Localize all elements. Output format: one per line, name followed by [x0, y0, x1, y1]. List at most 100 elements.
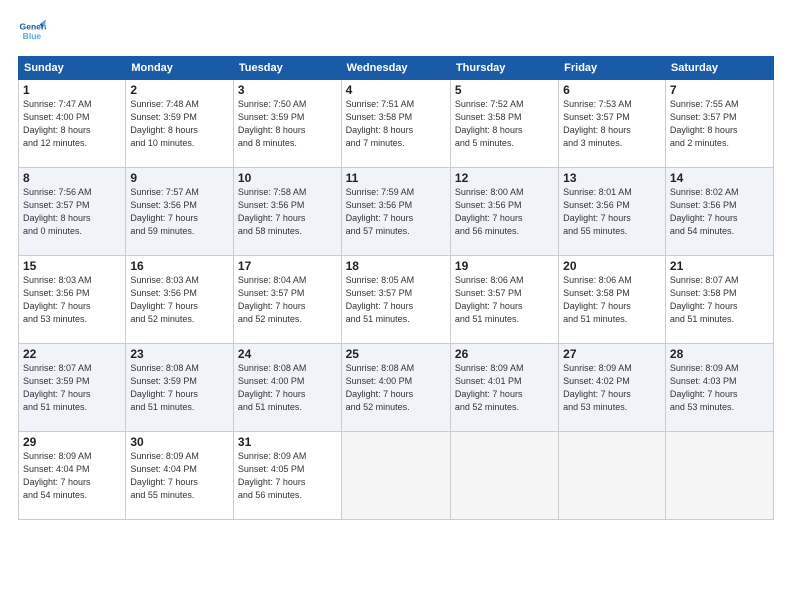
- day-detail: Sunrise: 7:55 AM Sunset: 3:57 PM Dayligh…: [670, 98, 769, 150]
- calendar-cell: 28Sunrise: 8:09 AM Sunset: 4:03 PM Dayli…: [665, 344, 773, 432]
- calendar-cell: [559, 432, 666, 520]
- day-number: 3: [238, 83, 337, 97]
- day-detail: Sunrise: 8:09 AM Sunset: 4:05 PM Dayligh…: [238, 450, 337, 502]
- day-number: 25: [346, 347, 446, 361]
- day-detail: Sunrise: 8:09 AM Sunset: 4:04 PM Dayligh…: [23, 450, 121, 502]
- calendar-cell: 20Sunrise: 8:06 AM Sunset: 3:58 PM Dayli…: [559, 256, 666, 344]
- calendar-cell: 8Sunrise: 7:56 AM Sunset: 3:57 PM Daylig…: [19, 168, 126, 256]
- calendar-cell: 27Sunrise: 8:09 AM Sunset: 4:02 PM Dayli…: [559, 344, 666, 432]
- day-detail: Sunrise: 7:47 AM Sunset: 4:00 PM Dayligh…: [23, 98, 121, 150]
- day-detail: Sunrise: 7:57 AM Sunset: 3:56 PM Dayligh…: [130, 186, 229, 238]
- calendar-cell: 22Sunrise: 8:07 AM Sunset: 3:59 PM Dayli…: [19, 344, 126, 432]
- calendar-cell: 4Sunrise: 7:51 AM Sunset: 3:58 PM Daylig…: [341, 80, 450, 168]
- calendar-cell: 17Sunrise: 8:04 AM Sunset: 3:57 PM Dayli…: [233, 256, 341, 344]
- day-detail: Sunrise: 7:52 AM Sunset: 3:58 PM Dayligh…: [455, 98, 554, 150]
- calendar-cell: 25Sunrise: 8:08 AM Sunset: 4:00 PM Dayli…: [341, 344, 450, 432]
- day-detail: Sunrise: 8:06 AM Sunset: 3:57 PM Dayligh…: [455, 274, 554, 326]
- day-number: 1: [23, 83, 121, 97]
- day-number: 14: [670, 171, 769, 185]
- day-number: 17: [238, 259, 337, 273]
- day-number: 13: [563, 171, 661, 185]
- logo: General Blue: [18, 18, 50, 46]
- calendar-cell: 1Sunrise: 7:47 AM Sunset: 4:00 PM Daylig…: [19, 80, 126, 168]
- day-number: 10: [238, 171, 337, 185]
- day-detail: Sunrise: 8:04 AM Sunset: 3:57 PM Dayligh…: [238, 274, 337, 326]
- calendar-cell: 2Sunrise: 7:48 AM Sunset: 3:59 PM Daylig…: [126, 80, 234, 168]
- day-detail: Sunrise: 8:09 AM Sunset: 4:03 PM Dayligh…: [670, 362, 769, 414]
- day-detail: Sunrise: 8:08 AM Sunset: 3:59 PM Dayligh…: [130, 362, 229, 414]
- calendar-table: SundayMondayTuesdayWednesdayThursdayFrid…: [18, 56, 774, 520]
- calendar-cell: 19Sunrise: 8:06 AM Sunset: 3:57 PM Dayli…: [450, 256, 558, 344]
- day-detail: Sunrise: 7:48 AM Sunset: 3:59 PM Dayligh…: [130, 98, 229, 150]
- calendar-cell: 24Sunrise: 8:08 AM Sunset: 4:00 PM Dayli…: [233, 344, 341, 432]
- day-detail: Sunrise: 8:09 AM Sunset: 4:04 PM Dayligh…: [130, 450, 229, 502]
- day-number: 19: [455, 259, 554, 273]
- day-detail: Sunrise: 8:07 AM Sunset: 3:58 PM Dayligh…: [670, 274, 769, 326]
- day-detail: Sunrise: 8:05 AM Sunset: 3:57 PM Dayligh…: [346, 274, 446, 326]
- day-number: 18: [346, 259, 446, 273]
- day-detail: Sunrise: 8:08 AM Sunset: 4:00 PM Dayligh…: [346, 362, 446, 414]
- day-number: 5: [455, 83, 554, 97]
- day-number: 15: [23, 259, 121, 273]
- day-number: 29: [23, 435, 121, 449]
- day-detail: Sunrise: 8:02 AM Sunset: 3:56 PM Dayligh…: [670, 186, 769, 238]
- day-detail: Sunrise: 7:53 AM Sunset: 3:57 PM Dayligh…: [563, 98, 661, 150]
- weekday-header: Monday: [126, 57, 234, 80]
- day-detail: Sunrise: 8:08 AM Sunset: 4:00 PM Dayligh…: [238, 362, 337, 414]
- calendar-week-row: 15Sunrise: 8:03 AM Sunset: 3:56 PM Dayli…: [19, 256, 774, 344]
- calendar-cell: [665, 432, 773, 520]
- day-number: 30: [130, 435, 229, 449]
- day-number: 8: [23, 171, 121, 185]
- day-detail: Sunrise: 8:06 AM Sunset: 3:58 PM Dayligh…: [563, 274, 661, 326]
- day-number: 2: [130, 83, 229, 97]
- day-number: 4: [346, 83, 446, 97]
- day-number: 20: [563, 259, 661, 273]
- svg-text:Blue: Blue: [23, 31, 42, 41]
- calendar-cell: 13Sunrise: 8:01 AM Sunset: 3:56 PM Dayli…: [559, 168, 666, 256]
- day-number: 28: [670, 347, 769, 361]
- calendar-cell: 26Sunrise: 8:09 AM Sunset: 4:01 PM Dayli…: [450, 344, 558, 432]
- day-number: 27: [563, 347, 661, 361]
- calendar-cell: 30Sunrise: 8:09 AM Sunset: 4:04 PM Dayli…: [126, 432, 234, 520]
- calendar-cell: 23Sunrise: 8:08 AM Sunset: 3:59 PM Dayli…: [126, 344, 234, 432]
- calendar-cell: 29Sunrise: 8:09 AM Sunset: 4:04 PM Dayli…: [19, 432, 126, 520]
- calendar-cell: 9Sunrise: 7:57 AM Sunset: 3:56 PM Daylig…: [126, 168, 234, 256]
- weekday-header: Saturday: [665, 57, 773, 80]
- calendar-week-row: 29Sunrise: 8:09 AM Sunset: 4:04 PM Dayli…: [19, 432, 774, 520]
- calendar-cell: 5Sunrise: 7:52 AM Sunset: 3:58 PM Daylig…: [450, 80, 558, 168]
- calendar-week-row: 8Sunrise: 7:56 AM Sunset: 3:57 PM Daylig…: [19, 168, 774, 256]
- day-number: 24: [238, 347, 337, 361]
- calendar-cell: 10Sunrise: 7:58 AM Sunset: 3:56 PM Dayli…: [233, 168, 341, 256]
- calendar-cell: 21Sunrise: 8:07 AM Sunset: 3:58 PM Dayli…: [665, 256, 773, 344]
- day-number: 6: [563, 83, 661, 97]
- day-number: 21: [670, 259, 769, 273]
- day-detail: Sunrise: 8:00 AM Sunset: 3:56 PM Dayligh…: [455, 186, 554, 238]
- day-detail: Sunrise: 8:07 AM Sunset: 3:59 PM Dayligh…: [23, 362, 121, 414]
- calendar-week-row: 22Sunrise: 8:07 AM Sunset: 3:59 PM Dayli…: [19, 344, 774, 432]
- calendar-cell: [450, 432, 558, 520]
- day-number: 22: [23, 347, 121, 361]
- day-detail: Sunrise: 7:56 AM Sunset: 3:57 PM Dayligh…: [23, 186, 121, 238]
- day-number: 7: [670, 83, 769, 97]
- weekday-header: Wednesday: [341, 57, 450, 80]
- day-detail: Sunrise: 8:01 AM Sunset: 3:56 PM Dayligh…: [563, 186, 661, 238]
- day-detail: Sunrise: 7:58 AM Sunset: 3:56 PM Dayligh…: [238, 186, 337, 238]
- day-number: 26: [455, 347, 554, 361]
- calendar-week-row: 1Sunrise: 7:47 AM Sunset: 4:00 PM Daylig…: [19, 80, 774, 168]
- calendar-cell: 14Sunrise: 8:02 AM Sunset: 3:56 PM Dayli…: [665, 168, 773, 256]
- day-number: 12: [455, 171, 554, 185]
- calendar-cell: 16Sunrise: 8:03 AM Sunset: 3:56 PM Dayli…: [126, 256, 234, 344]
- calendar-cell: 11Sunrise: 7:59 AM Sunset: 3:56 PM Dayli…: [341, 168, 450, 256]
- calendar-cell: 7Sunrise: 7:55 AM Sunset: 3:57 PM Daylig…: [665, 80, 773, 168]
- day-number: 23: [130, 347, 229, 361]
- weekday-header: Thursday: [450, 57, 558, 80]
- calendar-cell: [341, 432, 450, 520]
- day-number: 11: [346, 171, 446, 185]
- day-number: 16: [130, 259, 229, 273]
- calendar-cell: 31Sunrise: 8:09 AM Sunset: 4:05 PM Dayli…: [233, 432, 341, 520]
- day-detail: Sunrise: 7:59 AM Sunset: 3:56 PM Dayligh…: [346, 186, 446, 238]
- calendar-cell: 6Sunrise: 7:53 AM Sunset: 3:57 PM Daylig…: [559, 80, 666, 168]
- day-number: 9: [130, 171, 229, 185]
- day-number: 31: [238, 435, 337, 449]
- day-detail: Sunrise: 8:09 AM Sunset: 4:02 PM Dayligh…: [563, 362, 661, 414]
